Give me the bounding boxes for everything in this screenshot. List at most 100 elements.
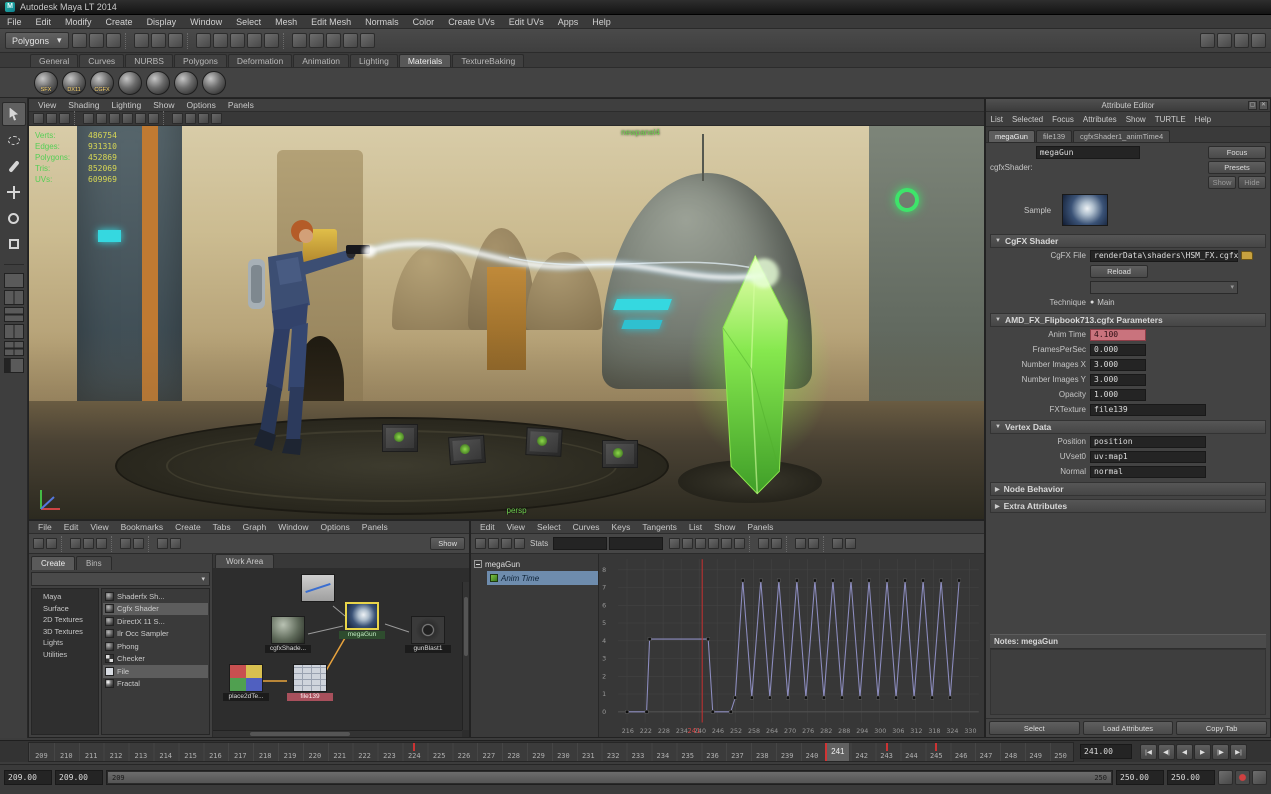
separator[interactable] <box>282 32 288 49</box>
attribute-editor-action-button[interactable]: Load Attributes <box>1082 721 1174 735</box>
gunblast-node[interactable]: gunBlast1 <box>405 616 451 653</box>
section-header-cgfx[interactable]: ▼ CgFX Shader <box>990 234 1266 248</box>
show-filter-button[interactable]: Show <box>430 537 465 550</box>
node-type-item[interactable]: DirectX 11 S... <box>103 615 208 628</box>
menu-item[interactable]: Edit UVs <box>502 15 551 28</box>
textured-icon[interactable] <box>198 113 209 124</box>
lattice-deform-keys-icon[interactable] <box>514 538 525 549</box>
open-render-view-icon[interactable] <box>308 33 324 48</box>
clamped-tangents-icon[interactable] <box>682 538 694 549</box>
separator[interactable] <box>786 535 791 552</box>
menu-item[interactable]: Normals <box>358 15 406 28</box>
separator[interactable] <box>111 535 116 552</box>
show-top-tabs-icon[interactable] <box>120 538 131 549</box>
hypershade-menu-item[interactable]: File <box>32 521 58 533</box>
hypershade-menu-item[interactable]: Graph <box>237 521 273 533</box>
flat-tangents-icon[interactable] <box>708 538 720 549</box>
bookmark-icon[interactable] <box>46 113 57 124</box>
hypershade-menu-item[interactable]: Options <box>315 521 356 533</box>
viewport-menu-item[interactable]: Show <box>147 99 180 111</box>
graph-editor-menu-item[interactable]: Edit <box>474 521 501 533</box>
animation-start-field[interactable]: 209.00 <box>4 770 52 785</box>
menu-item[interactable]: Modify <box>58 15 99 28</box>
unify-tangents-icon[interactable] <box>808 538 820 549</box>
category-item[interactable]: Utilities <box>32 649 98 661</box>
wireframe-icon[interactable] <box>172 113 183 124</box>
node-type-item[interactable]: Ilr Occ Sampler <box>103 628 208 641</box>
separator[interactable] <box>74 110 79 127</box>
vertical-scrollbar[interactable] <box>462 582 469 730</box>
outliner-attribute-item[interactable]: Anim Time <box>487 571 598 585</box>
notes-text-area[interactable] <box>990 649 1266 715</box>
insert-keys-icon[interactable] <box>488 538 499 549</box>
graph-editor-menu-item[interactable]: Curves <box>567 521 606 533</box>
collapse-icon[interactable] <box>474 560 482 568</box>
film-gate-icon[interactable] <box>96 113 107 124</box>
attribute-editor-menu-item[interactable]: Selected <box>1007 112 1047 126</box>
shelf-tab[interactable]: Deformation <box>227 54 293 67</box>
two-pane-side-layout[interactable] <box>3 290 24 305</box>
snap-to-view-plane-icon[interactable] <box>246 33 262 48</box>
toggle-attribute-editor-icon[interactable] <box>1200 33 1215 48</box>
graph-editor-menu-item[interactable]: List <box>683 521 708 533</box>
category-item[interactable]: 2D Textures <box>32 614 98 626</box>
menu-item[interactable]: Edit <box>29 15 59 28</box>
construction-history-icon[interactable] <box>291 33 307 48</box>
viewport-menu-item[interactable]: View <box>32 99 62 111</box>
paint-selection-tool[interactable] <box>2 154 26 178</box>
attribute-editor-menu-item[interactable]: TURTLE <box>1150 112 1190 126</box>
section-header-collapsed[interactable]: ▶ Extra Attributes <box>990 499 1266 513</box>
attribute-value-field[interactable]: 4.100 <box>1090 328 1146 341</box>
blinn-shelf-icon[interactable] <box>118 70 142 95</box>
focus-button[interactable]: Focus <box>1208 146 1266 159</box>
browse-folder-icon[interactable] <box>1241 251 1253 260</box>
viewport-menu-item[interactable]: Options <box>181 99 222 111</box>
node-type-item[interactable]: Checker <box>103 653 208 666</box>
technique-dropdown[interactable]: ▾ <box>1090 280 1238 294</box>
playback-end-field[interactable]: 250.00 <box>1116 770 1164 785</box>
node-name-field[interactable]: megaGun <box>1035 146 1140 159</box>
viewport-menu-item[interactable]: Lighting <box>105 99 147 111</box>
hide-button[interactable]: Hide <box>1238 176 1266 189</box>
attribute-editor-menu-item[interactable]: Help <box>1190 112 1215 126</box>
close-panel-icon[interactable]: ✕ <box>1259 100 1268 110</box>
notes-header[interactable]: Notes: megaGun <box>990 634 1266 649</box>
attribute-editor-menu-item[interactable]: Focus <box>1048 112 1079 126</box>
resolution-gate-icon[interactable] <box>109 113 120 124</box>
viewport-canvas[interactable]: Verts: 486754 Edges: 931310 Polygons: 45… <box>29 126 984 519</box>
cgfx-shader-shelf-icon[interactable]: CGFX <box>90 70 114 95</box>
break-tangents-icon[interactable] <box>795 538 807 549</box>
grid-icon[interactable] <box>83 113 94 124</box>
shelf-tab[interactable]: Lighting <box>350 54 398 67</box>
image-plane-icon[interactable] <box>59 113 70 124</box>
toggle-tool-settings-icon[interactable] <box>1217 33 1232 48</box>
snap-to-curve-icon[interactable] <box>212 33 228 48</box>
current-time-field[interactable]: 241.00 <box>1080 744 1132 759</box>
reload-button[interactable]: Reload <box>1090 264 1148 278</box>
section-header-vertex-data[interactable]: ▼ Vertex Data <box>990 420 1266 434</box>
graph-editor-menu-item[interactable]: Tangents <box>636 521 683 533</box>
section-header-collapsed[interactable]: ▶ Node Behavior <box>990 482 1266 496</box>
separator[interactable] <box>749 535 754 552</box>
place2d-node[interactable]: place2dTe... <box>223 664 269 701</box>
animation-preferences-icon[interactable] <box>1252 770 1267 785</box>
select-component-icon[interactable] <box>167 33 183 48</box>
animation-layer-icon[interactable] <box>1218 770 1233 785</box>
two-pane-stacked-layout[interactable] <box>3 307 24 322</box>
spline-tangents-icon[interactable] <box>669 538 681 549</box>
category-item[interactable]: Lights <box>32 637 98 649</box>
show-bottom-tabs-icon[interactable] <box>133 538 144 549</box>
separator[interactable] <box>61 535 66 552</box>
stats-time-field[interactable] <box>553 537 608 550</box>
megagun-node[interactable]: megaGun <box>339 602 385 639</box>
attribute-value-field[interactable]: 3.000 <box>1090 373 1146 386</box>
shelf-tab[interactable]: TextureBaking <box>452 54 525 67</box>
single-pane-layout[interactable] <box>3 273 24 288</box>
toggle-outliner-icon[interactable] <box>1251 33 1266 48</box>
ipr-render-icon[interactable] <box>342 33 358 48</box>
playback-start-field[interactable]: 209.00 <box>55 770 103 785</box>
shelf-tab[interactable]: NURBS <box>125 54 173 67</box>
separator[interactable] <box>124 32 130 49</box>
section-header-parameters[interactable]: ▼ AMD_FX_Flipbook713.cgfx Parameters <box>990 313 1266 327</box>
plateau-tangents-icon[interactable] <box>734 538 746 549</box>
